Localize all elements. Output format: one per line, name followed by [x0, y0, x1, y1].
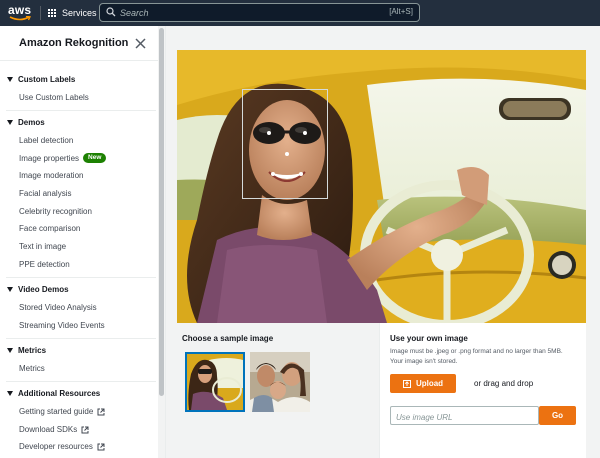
section-additional-resources[interactable]: Additional Resources — [7, 389, 100, 398]
sidebar-divider — [0, 60, 158, 61]
sidebar-item-image-properties[interactable]: Image properties New — [19, 153, 107, 163]
sample-images-section: Choose a sample image — [177, 323, 380, 458]
own-image-description: Image must be .jpeg or .png format and n… — [390, 348, 563, 365]
sidebar: Amazon Rekognition Custom Labels Use Cus… — [0, 26, 166, 458]
sidebar-item-metrics[interactable]: Metrics — [19, 364, 45, 373]
sidebar-item-label: Text in image — [19, 242, 67, 251]
sidebar-item-developer-resources[interactable]: Developer resources — [19, 442, 105, 451]
sidebar-item-image-moderation[interactable]: Image moderation — [19, 171, 83, 180]
section-custom-labels[interactable]: Custom Labels — [7, 75, 75, 84]
services-menu-button[interactable]: Services — [48, 5, 97, 21]
sidebar-item-getting-started-guide[interactable]: Getting started guide — [19, 407, 105, 416]
sample-family-thumbnail — [250, 352, 310, 412]
section-divider — [6, 110, 156, 111]
sidebar-item-label: Image moderation — [19, 171, 84, 180]
sidebar-item-download-sdks[interactable]: Download SDKs — [19, 425, 89, 434]
search-input[interactable] — [120, 6, 370, 19]
image-url-field[interactable] — [390, 406, 539, 426]
section-video-demos[interactable]: Video Demos — [7, 285, 69, 294]
section-divider — [6, 338, 156, 339]
sidebar-item-label: Label detection — [19, 136, 74, 145]
caret-down-icon — [7, 77, 13, 82]
global-search[interactable]: [Alt+S] — [99, 3, 420, 22]
sidebar-item-label-detection[interactable]: Label detection — [19, 136, 73, 145]
woman-in-yellow-car-photo — [177, 50, 586, 323]
sidebar-item-use-custom-labels[interactable]: Use Custom Labels — [19, 93, 89, 102]
upload-label: Upload — [415, 379, 444, 388]
caret-down-icon — [7, 391, 13, 396]
top-navigation-bar: aws Services [Alt+S] — [0, 0, 600, 26]
image-url-input[interactable] — [391, 409, 538, 426]
section-demos[interactable]: Demos — [7, 118, 45, 127]
section-label: Custom Labels — [18, 75, 76, 84]
sidebar-item-celebrity-recognition[interactable]: Celebrity recognition — [19, 207, 92, 216]
section-divider — [6, 277, 156, 278]
caret-down-icon — [7, 348, 13, 353]
new-badge: New — [83, 153, 107, 163]
close-icon[interactable] — [135, 38, 146, 49]
go-label: Go — [551, 411, 564, 420]
aws-logo-text: aws — [8, 3, 32, 17]
sample-image-family[interactable] — [250, 352, 310, 412]
section-label: Metrics — [18, 346, 47, 355]
section-label: Video Demos — [18, 285, 69, 294]
sample-image-car[interactable] — [185, 352, 245, 412]
sidebar-item-label: Facial analysis — [19, 189, 72, 198]
sidebar-item-face-comparison[interactable]: Face comparison — [19, 224, 80, 233]
aws-logo[interactable]: aws — [8, 3, 34, 22]
sidebar-item-ppe-detection[interactable]: PPE detection — [19, 260, 70, 269]
sidebar-item-label: Celebrity recognition — [19, 207, 92, 216]
topbar-divider — [40, 6, 41, 20]
sidebar-item-label: Stored Video Analysis — [19, 303, 97, 312]
search-shortcut-hint: [Alt+S] — [389, 7, 413, 16]
sidebar-item-label: Image properties — [19, 153, 80, 163]
sidebar-item-label: Metrics — [19, 364, 45, 373]
main-content: Choose a sample image Use your own image… — [166, 26, 600, 458]
own-image-section: Use your own image Image must be .jpeg o… — [380, 323, 586, 458]
section-metrics[interactable]: Metrics — [7, 346, 46, 355]
upload-button[interactable]: Upload — [390, 374, 456, 393]
sample-car-thumbnail — [187, 354, 243, 410]
grid-icon — [48, 8, 57, 18]
sidebar-item-streaming-video-events[interactable]: Streaming Video Events — [19, 321, 105, 330]
go-button[interactable]: Go — [539, 406, 576, 425]
sidebar-title: Amazon Rekognition — [19, 37, 129, 49]
own-image-title: Use your own image — [390, 334, 468, 343]
aws-smile-icon — [9, 16, 31, 21]
sidebar-item-text-in-image[interactable]: Text in image — [19, 242, 66, 251]
face-bounding-box — [242, 89, 328, 199]
external-link-icon — [97, 443, 105, 450]
caret-down-icon — [7, 120, 13, 125]
search-icon — [106, 7, 116, 17]
sidebar-item-label: Developer resources — [19, 442, 93, 451]
choose-sample-title: Choose a sample image — [182, 334, 274, 343]
demo-panel: Choose a sample image Use your own image… — [177, 50, 586, 458]
sidebar-item-label: Getting started guide — [19, 407, 94, 416]
analyzed-image — [177, 50, 586, 323]
drag-and-drop-hint: or drag and drop — [474, 379, 534, 388]
caret-down-icon — [7, 287, 13, 292]
sidebar-item-facial-analysis[interactable]: Facial analysis — [19, 189, 71, 198]
sidebar-item-label: Use Custom Labels — [19, 93, 89, 102]
external-link-icon — [97, 408, 105, 415]
section-label: Additional Resources — [18, 389, 101, 398]
section-divider — [6, 381, 156, 382]
sidebar-item-stored-video-analysis[interactable]: Stored Video Analysis — [19, 303, 97, 312]
external-link-icon — [81, 426, 89, 433]
services-label: Services — [62, 8, 97, 18]
section-label: Demos — [18, 118, 45, 127]
sidebar-scrollbar-thumb[interactable] — [159, 28, 164, 396]
sidebar-item-label: Download SDKs — [19, 425, 78, 434]
sidebar-item-label: PPE detection — [19, 260, 70, 269]
upload-icon — [402, 379, 411, 388]
sidebar-item-label: Face comparison — [19, 224, 81, 233]
sidebar-item-label: Streaming Video Events — [19, 321, 105, 330]
